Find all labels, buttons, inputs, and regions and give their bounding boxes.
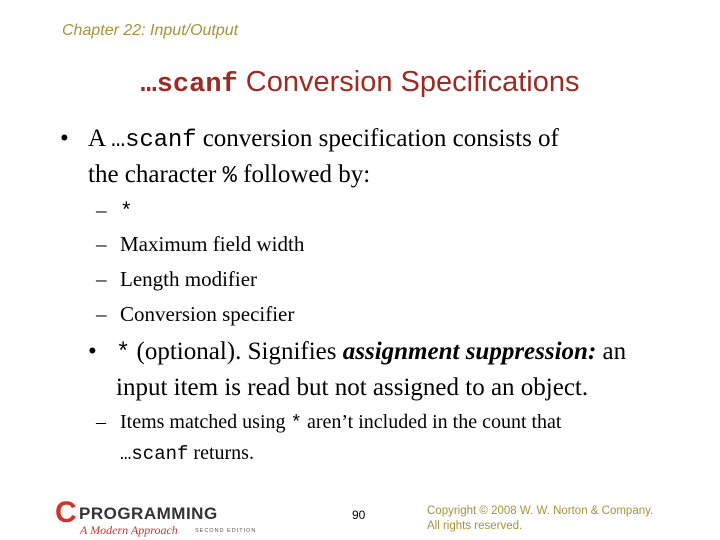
text: A: [88, 125, 111, 152]
dash: –: [96, 232, 107, 256]
code-scanf: …scanf: [120, 443, 189, 465]
title-text: Conversion Specifications: [237, 66, 580, 98]
text: returns.: [188, 442, 254, 464]
emphasis-term: assignment suppression:: [342, 338, 597, 365]
code-scanf: …scanf: [110, 127, 197, 154]
chapter-header: Chapter 22: Input/Output: [62, 22, 239, 39]
page-number: 90: [352, 508, 366, 522]
text: the character: [88, 161, 223, 188]
bullet-2: • * (optional). Signifies assignment sup…: [88, 335, 688, 405]
slide-title: …scanf Conversion Specifications: [0, 66, 720, 100]
title-code: …scanf: [140, 70, 238, 100]
subitem-list-1: – * – Maximum field width – Length modif…: [96, 193, 656, 332]
text: Items matched using: [120, 411, 291, 433]
dash: –: [96, 302, 107, 326]
subitem-text: Maximum field width: [120, 232, 305, 256]
subitem: – Conversion specifier: [96, 297, 656, 332]
subitem-list-2: – Items matched using * aren’t included …: [96, 407, 676, 469]
text: an: [596, 338, 627, 365]
code-asterisk: *: [116, 340, 131, 367]
dash: –: [96, 267, 107, 291]
dash: –: [96, 198, 107, 222]
text: input item is read but not assigned to a…: [116, 374, 589, 401]
subitem: – Length modifier: [96, 262, 656, 297]
subitem-text: Conversion specifier: [120, 302, 295, 326]
copyright-line-2: All rights reserved.: [427, 520, 523, 532]
subitem: – *: [96, 193, 656, 227]
code-percent: %: [222, 163, 237, 190]
logo-word: PROGRAMMING: [79, 504, 218, 523]
bullet-1: • A …scanf conversion specification cons…: [60, 122, 680, 194]
bullet-dot: •: [88, 338, 97, 365]
logo-edition: SECOND EDITION: [195, 528, 257, 534]
logo-subtitle: A Modern Approach: [80, 523, 178, 537]
text: aren’t included in the count that: [301, 411, 562, 433]
bullet-dot: •: [60, 125, 69, 152]
book-logo: C PROGRAMMING A Modern Approach SECOND E…: [55, 498, 275, 540]
subitem: – Maximum field width: [96, 227, 656, 262]
subitem-text: Length modifier: [120, 267, 258, 291]
logo-letter: C: [55, 496, 77, 529]
dash: –: [96, 411, 106, 433]
copyright: Copyright © 2008 W. W. Norton & Company.…: [427, 504, 653, 534]
text: conversion specification consists of: [196, 125, 559, 152]
code-asterisk: *: [120, 201, 133, 224]
code-asterisk: *: [290, 412, 302, 434]
text: (optional). Signifies: [130, 338, 343, 365]
text: followed by:: [236, 161, 371, 188]
copyright-line-1: Copyright © 2008 W. W. Norton & Company.: [427, 505, 654, 517]
